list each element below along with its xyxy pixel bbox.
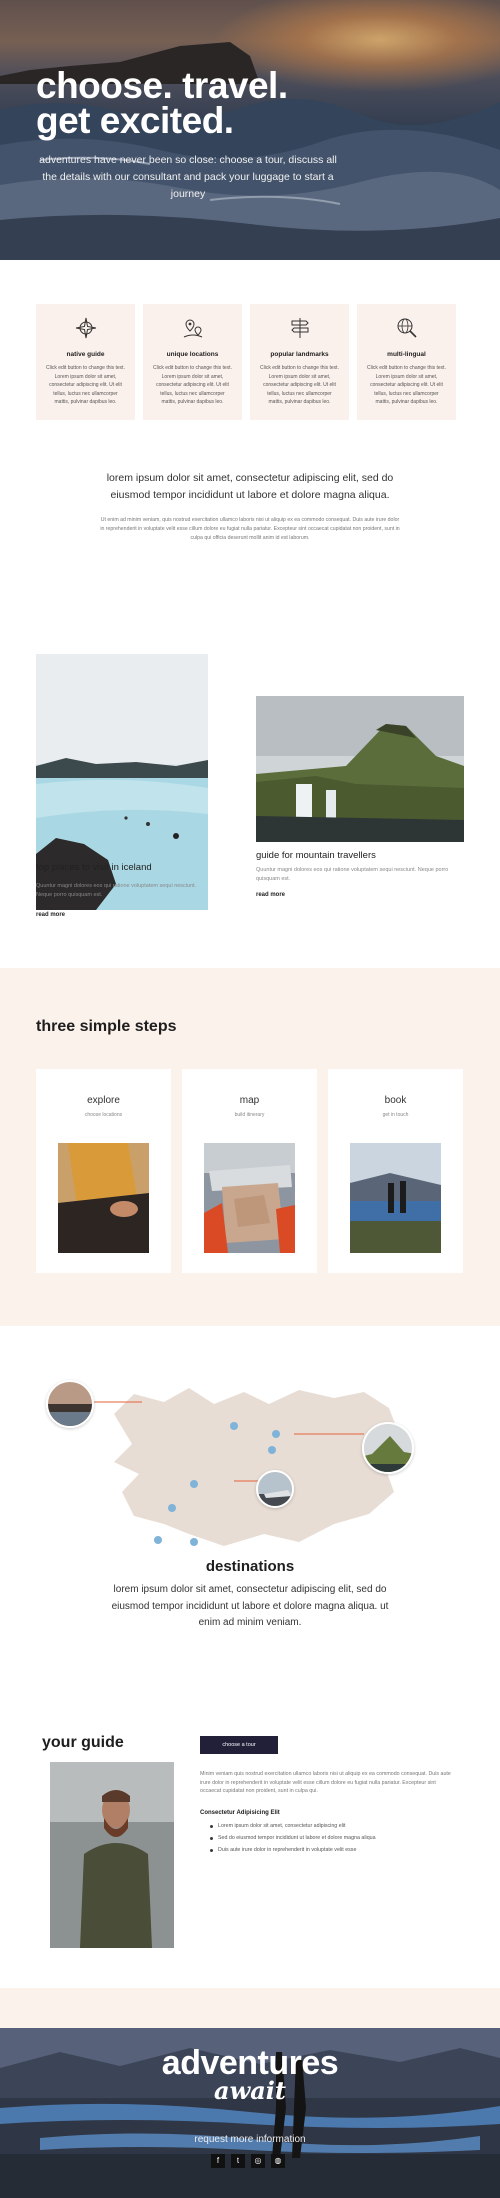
step-subtitle: build itinerary [234,1112,265,1118]
destinations-text: lorem ipsum dolor sit amet, consectetur … [111,1584,389,1628]
facebook-icon[interactable]: f [211,2154,225,2168]
globe-search-icon [397,318,417,338]
list-item: Duis aute irure dolor in reprehenderit i… [210,1847,376,1859]
step-subtitle: choose locations [84,1112,123,1118]
step-title: map [239,1095,260,1106]
step-card-explore[interactable]: explore choose locations [36,1069,171,1273]
hero-title: choose. travel. get excited. [36,67,288,141]
article-excerpt: Quuntur magni dolores eos qui ratione vo… [36,883,197,898]
intro-body: Ut enim ad minim veniam, quis nostrud ex… [100,517,400,541]
step-title: explore [87,1095,120,1106]
feature-title: multi-lingual [387,351,426,358]
book-image [350,1143,441,1253]
instagram-icon[interactable]: ◎ [251,2154,265,2168]
adventures-section: adventures await request more informatio… [0,1988,500,2198]
read-more-link[interactable]: read more [256,892,285,898]
destinations-section: destinations lorem ipsum dolor sit amet,… [0,1326,500,1666]
guide-bullet-list: Lorem ipsum dolor sit amet, consectetur … [210,1823,376,1859]
destination-thumb-plane[interactable] [256,1470,294,1508]
feature-title: native guide [66,351,105,358]
feature-card-multi-lingual: multi-lingual Click edit button to chang… [357,304,456,420]
request-info-link[interactable]: request more information [0,2134,500,2145]
feature-card-popular-landmarks: popular landmarks Click edit button to c… [250,304,349,420]
read-more-link[interactable]: read more [36,912,65,918]
twitter-icon[interactable]: t [231,2154,245,2168]
intro-lead: lorem ipsum dolor sit amet, consectetur … [106,472,394,501]
feature-title: unique locations [166,351,219,358]
features-section: native guide Click edit button to change… [0,260,500,420]
article-title[interactable]: top places to visit in iceland [36,862,152,873]
destination-thumb-coast[interactable] [46,1380,94,1428]
coast-image [48,1382,92,1426]
guide-description: Minim veniam quis nostrud exercitation u… [200,1771,451,1794]
destination-thumb-mountain[interactable] [362,1422,414,1474]
iceland-map [94,1388,399,1546]
article-excerpt: Quuntur magni dolores eos qui ratione vo… [256,867,449,882]
guide-subheading: Consectetur Adipisicing Elit [200,1810,280,1816]
location-pins-icon [183,319,202,338]
explore-image [58,1143,149,1253]
choose-tour-button[interactable]: choose a tour [200,1736,278,1754]
guide-heading: your guide [42,1734,124,1751]
feature-text: Click edit button to change this text. L… [260,365,339,405]
feature-text: Click edit button to change this text. L… [367,365,446,405]
step-subtitle: get in touch [382,1112,409,1118]
compass-icon [75,317,96,339]
steps-section: three simple steps explore choose locati… [0,968,500,1326]
map-image [204,1143,295,1253]
adventures-script: await [214,2076,286,2105]
feature-card-native-guide: native guide Click edit button to change… [36,304,135,420]
hero-section: choose. travel. get excited. adventures … [0,0,500,260]
articles-section: top places to visit in iceland Quuntur m… [0,600,500,968]
guide-section: your guide choose a tour Minim veniam qu… [0,1666,500,1988]
step-card-book[interactable]: book get in touch [328,1069,463,1273]
step-title: book [384,1095,407,1106]
destinations-heading: destinations [205,1558,295,1575]
guide-portrait-image [50,1762,174,1948]
feature-title: popular landmarks [270,351,329,358]
list-item: Sed do eiusmod tempor incididunt ut labo… [210,1835,376,1847]
hero-subtitle: adventures have never been so close: cho… [39,154,337,200]
list-item: Lorem ipsum dolor sit amet, consectetur … [210,1823,376,1835]
feature-text: Click edit button to change this text. L… [153,365,232,405]
feature-text: Click edit button to change this text. L… [46,365,125,405]
globe-icon[interactable]: ◍ [271,2154,285,2168]
hero-title-line2: get excited. [36,100,234,141]
signpost-icon [290,318,309,338]
article-title[interactable]: guide for mountain travellers [256,850,376,861]
steps-heading: three simple steps [36,1018,177,1035]
feature-card-unique-locations: unique locations Click edit button to ch… [143,304,242,420]
step-card-map[interactable]: map build itinerary [182,1069,317,1273]
intro-section: lorem ipsum dolor sit amet, consectetur … [0,420,500,600]
waterfall-mountain-image [256,696,464,842]
